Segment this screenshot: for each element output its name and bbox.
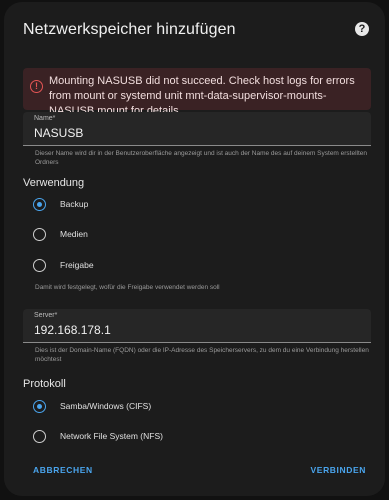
dialog-header: Netzwerkspeicher hinzufügen ? (4, 2, 385, 58)
radio-checked[interactable] (33, 400, 46, 413)
server-field-helper: Dies ist der Domain-Name (FQDN) oder die… (35, 347, 369, 363)
alert-circle-icon: ! (30, 80, 43, 93)
name-field[interactable]: Name* NASUSB (23, 112, 371, 146)
radio-label: Freigabe (60, 260, 94, 270)
connect-button[interactable]: VERBINDEN (311, 465, 366, 475)
usage-title: Verwendung (23, 177, 85, 189)
radio-checked[interactable] (33, 198, 46, 211)
dialog-footer: ABBRECHEN VERBINDEN (4, 450, 385, 496)
error-alert: ! Mounting NASUSB did not succeed. Check… (23, 68, 371, 117)
usage-helper: Damit wird festgelegt, wofür die Freigab… (35, 284, 220, 291)
radio-label: Samba/Windows (CIFS) (60, 401, 152, 411)
cancel-button[interactable]: ABBRECHEN (33, 465, 93, 475)
radio-label: Backup (60, 199, 89, 209)
radio-label: Network File System (NFS) (60, 431, 163, 441)
name-field-helper: Dieser Name wird dir in der Benutzerober… (35, 150, 368, 166)
add-network-storage-dialog: Netzwerkspeicher hinzufügen ? ! Mounting… (4, 2, 385, 496)
protocol-title: Protokoll (23, 378, 66, 390)
help-icon[interactable]: ? (355, 22, 369, 36)
radio-unchecked[interactable] (33, 430, 46, 443)
name-field-label: Name* (34, 115, 56, 122)
dialog-content[interactable]: ! Mounting NASUSB did not succeed. Check… (4, 58, 385, 450)
radio-unchecked[interactable] (33, 259, 46, 272)
radio-label: Medien (60, 229, 88, 239)
name-field-value[interactable]: NASUSB (34, 126, 83, 140)
radio-unchecked[interactable] (33, 228, 46, 241)
server-field-value[interactable]: 192.168.178.1 (34, 323, 111, 337)
dialog-title: Netzwerkspeicher hinzufügen (23, 21, 236, 38)
server-field-label: Server* (34, 312, 58, 319)
server-field[interactable]: Server* 192.168.178.1 (23, 309, 371, 343)
